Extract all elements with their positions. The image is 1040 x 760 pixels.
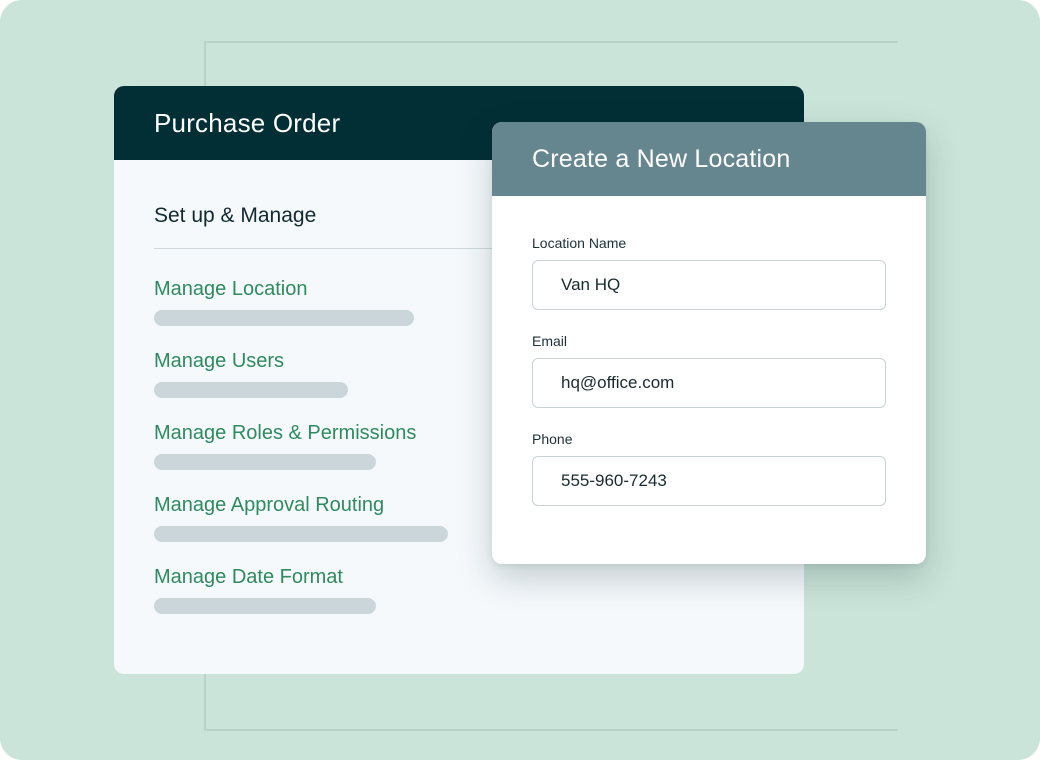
menu-item-manage-location[interactable]: Manage Location: [154, 276, 416, 348]
location-name-field-group: Location Name: [532, 234, 886, 310]
placeholder-bar: [154, 382, 348, 398]
placeholder-bar: [154, 526, 448, 542]
placeholder-bar: [154, 598, 376, 614]
placeholder-bar: [154, 310, 414, 326]
background-canvas: Purchase Order Set up & Manage Manage Lo…: [0, 0, 1040, 760]
phone-field-group: Phone: [532, 430, 886, 506]
menu-item-manage-roles[interactable]: Manage Roles & Permissions: [154, 420, 416, 492]
dialog-title: Create a New Location: [532, 144, 791, 173]
email-label: Email: [532, 333, 568, 349]
location-name-input[interactable]: [532, 260, 886, 310]
menu-item-label[interactable]: Manage Location: [154, 276, 416, 302]
menu-item-label[interactable]: Manage Date Format: [154, 564, 416, 590]
menu-item-label[interactable]: Manage Roles & Permissions: [154, 420, 416, 446]
menu-item-manage-approval-routing[interactable]: Manage Approval Routing: [154, 492, 448, 564]
placeholder-bar: [154, 454, 376, 470]
setup-menu: Manage Location Manage Users Manage Role…: [154, 276, 448, 636]
dialog-header: Create a New Location: [492, 122, 926, 196]
create-location-dialog: Create a New Location Location Name Emai…: [492, 122, 926, 564]
purchase-order-title: Purchase Order: [154, 107, 341, 138]
email-input[interactable]: [532, 358, 886, 408]
phone-input[interactable]: [532, 456, 886, 506]
menu-item-label[interactable]: Manage Users: [154, 348, 416, 374]
phone-label: Phone: [532, 431, 573, 447]
email-field-group: Email: [532, 332, 886, 408]
section-title: Set up & Manage: [154, 204, 317, 227]
menu-item-label[interactable]: Manage Approval Routing: [154, 492, 416, 518]
menu-item-manage-date-format[interactable]: Manage Date Format: [154, 564, 416, 636]
location-name-label: Location Name: [532, 235, 627, 251]
menu-item-manage-users[interactable]: Manage Users: [154, 348, 416, 420]
